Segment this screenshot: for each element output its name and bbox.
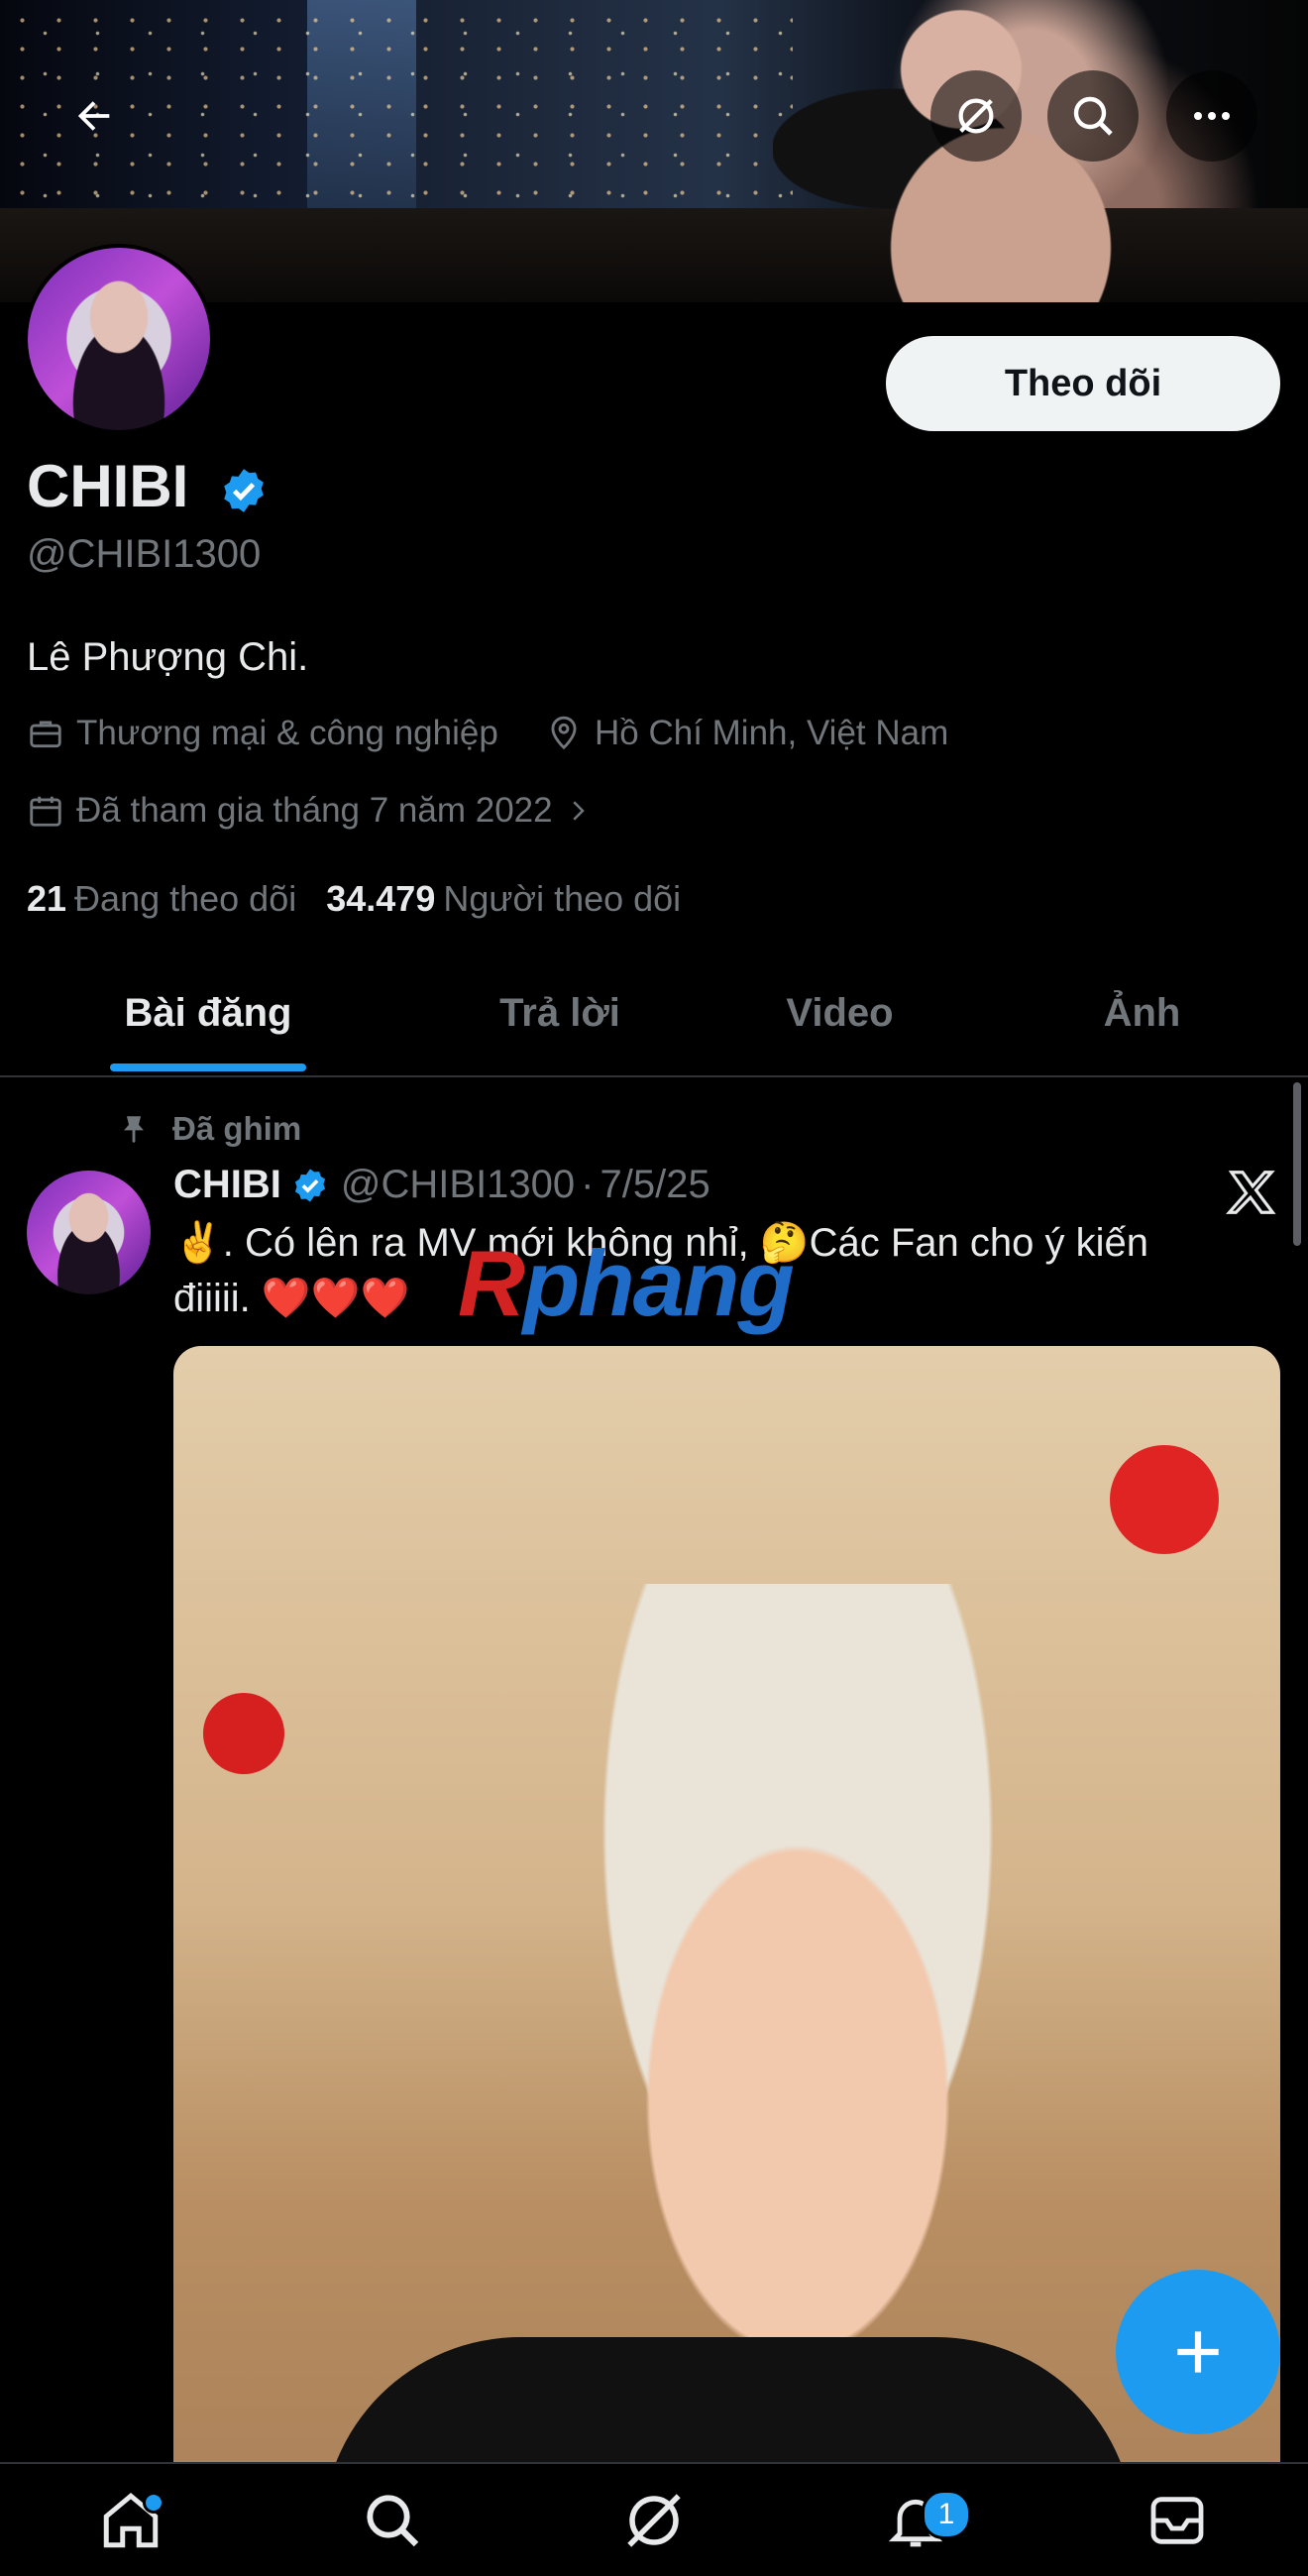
tweet-author-name[interactable]: CHIBI — [173, 1163, 281, 1207]
category-text: Thương mại & công nghiệp — [76, 714, 498, 752]
nav-notifications[interactable]: 1 — [856, 2464, 975, 2576]
grok-icon — [627, 2493, 681, 2547]
chevron-right-icon — [572, 801, 585, 821]
image-lantern — [203, 1693, 284, 1774]
home-new-dot — [143, 2492, 164, 2514]
plus-icon — [1177, 2331, 1219, 2373]
active-tab-indicator — [110, 1064, 306, 1071]
tweet-author-handle[interactable]: @CHIBI1300 — [341, 1163, 575, 1207]
briefcase-icon — [30, 721, 61, 748]
tweet-date[interactable]: 7/5/25 — [600, 1163, 710, 1207]
pin-icon — [124, 1116, 144, 1144]
following-stat[interactable]: 21 Đang theo dõi — [27, 878, 296, 920]
tab-posts[interactable]: Bài đăng — [0, 952, 416, 1075]
followers-count: 34.479 — [326, 878, 436, 919]
nav-home[interactable] — [71, 2464, 190, 2576]
tab-video[interactable]: Video — [704, 952, 976, 1075]
followers-stat[interactable]: 34.479 Người theo dõi — [326, 878, 681, 920]
messages-icon — [1150, 2496, 1204, 2544]
follow-stats: 21 Đang theo dõi 34.479 Người theo dõi — [27, 878, 681, 920]
notification-badge: 1 — [922, 2490, 971, 2539]
verified-badge-icon — [294, 1168, 325, 1202]
search-button[interactable] — [1047, 70, 1139, 162]
scrollbar[interactable] — [1293, 1082, 1301, 1246]
location-pin-icon — [551, 716, 577, 750]
following-count: 21 — [27, 878, 67, 919]
more-button[interactable] — [1166, 70, 1257, 162]
calendar-icon — [30, 796, 61, 827]
nav-search[interactable] — [333, 2464, 452, 2576]
display-name: CHIBI — [27, 452, 269, 520]
search-icon — [1073, 96, 1113, 136]
tweet-separator: · — [581, 1163, 595, 1206]
more-horizontal-icon — [1194, 112, 1230, 120]
bottom-navigation: 1 — [0, 2462, 1308, 2576]
image-lantern — [1110, 1445, 1219, 1554]
tab-replies[interactable]: Trả lời — [416, 952, 704, 1075]
grok-button[interactable] — [930, 70, 1022, 162]
nav-grok[interactable] — [595, 2464, 713, 2576]
profile-avatar[interactable] — [24, 244, 214, 434]
profile-tabs: Bài đăng Trả lời Video Ảnh — [0, 952, 1308, 1077]
joined-text: Đã tham gia tháng 7 năm 2022 — [76, 791, 553, 830]
tweet-author-avatar[interactable] — [27, 1171, 151, 1294]
follow-button[interactable]: Theo dõi — [886, 336, 1280, 431]
profile-joined[interactable]: Đã tham gia tháng 7 năm 2022 — [27, 791, 604, 831]
tweet-header: CHIBI @CHIBI1300 · 7/5/25 — [173, 1163, 710, 1207]
tweet-image[interactable] — [173, 1346, 1280, 2575]
location-text: Hồ Chí Minh, Việt Nam — [595, 714, 949, 752]
search-icon — [367, 2494, 419, 2546]
watermark-logo: Rphang — [458, 1231, 795, 1335]
following-label: Đang theo dõi — [74, 878, 297, 919]
pinned-label: Đã ghim — [172, 1110, 302, 1147]
nav-messages[interactable] — [1118, 2464, 1237, 2576]
pinned-indicator: Đã ghim — [117, 1110, 301, 1148]
followers-label: Người theo dõi — [443, 878, 682, 919]
tab-photos[interactable]: Ảnh — [976, 952, 1308, 1075]
profile-handle: @CHIBI1300 — [27, 532, 262, 576]
back-button[interactable] — [49, 70, 140, 162]
grok-icon — [958, 98, 994, 134]
display-name-text: CHIBI — [27, 453, 189, 519]
x-logo-icon — [1226, 1171, 1276, 1214]
compose-button[interactable] — [1116, 2270, 1280, 2434]
arrow-left-icon — [77, 101, 110, 131]
profile-bio: Lê Phượng Chi. — [27, 635, 309, 679]
profile-category: Thương mại & công nghiệp — [27, 714, 498, 753]
profile-location: Hồ Chí Minh, Việt Nam — [545, 714, 948, 753]
verified-badge-icon[interactable] — [219, 466, 269, 515]
